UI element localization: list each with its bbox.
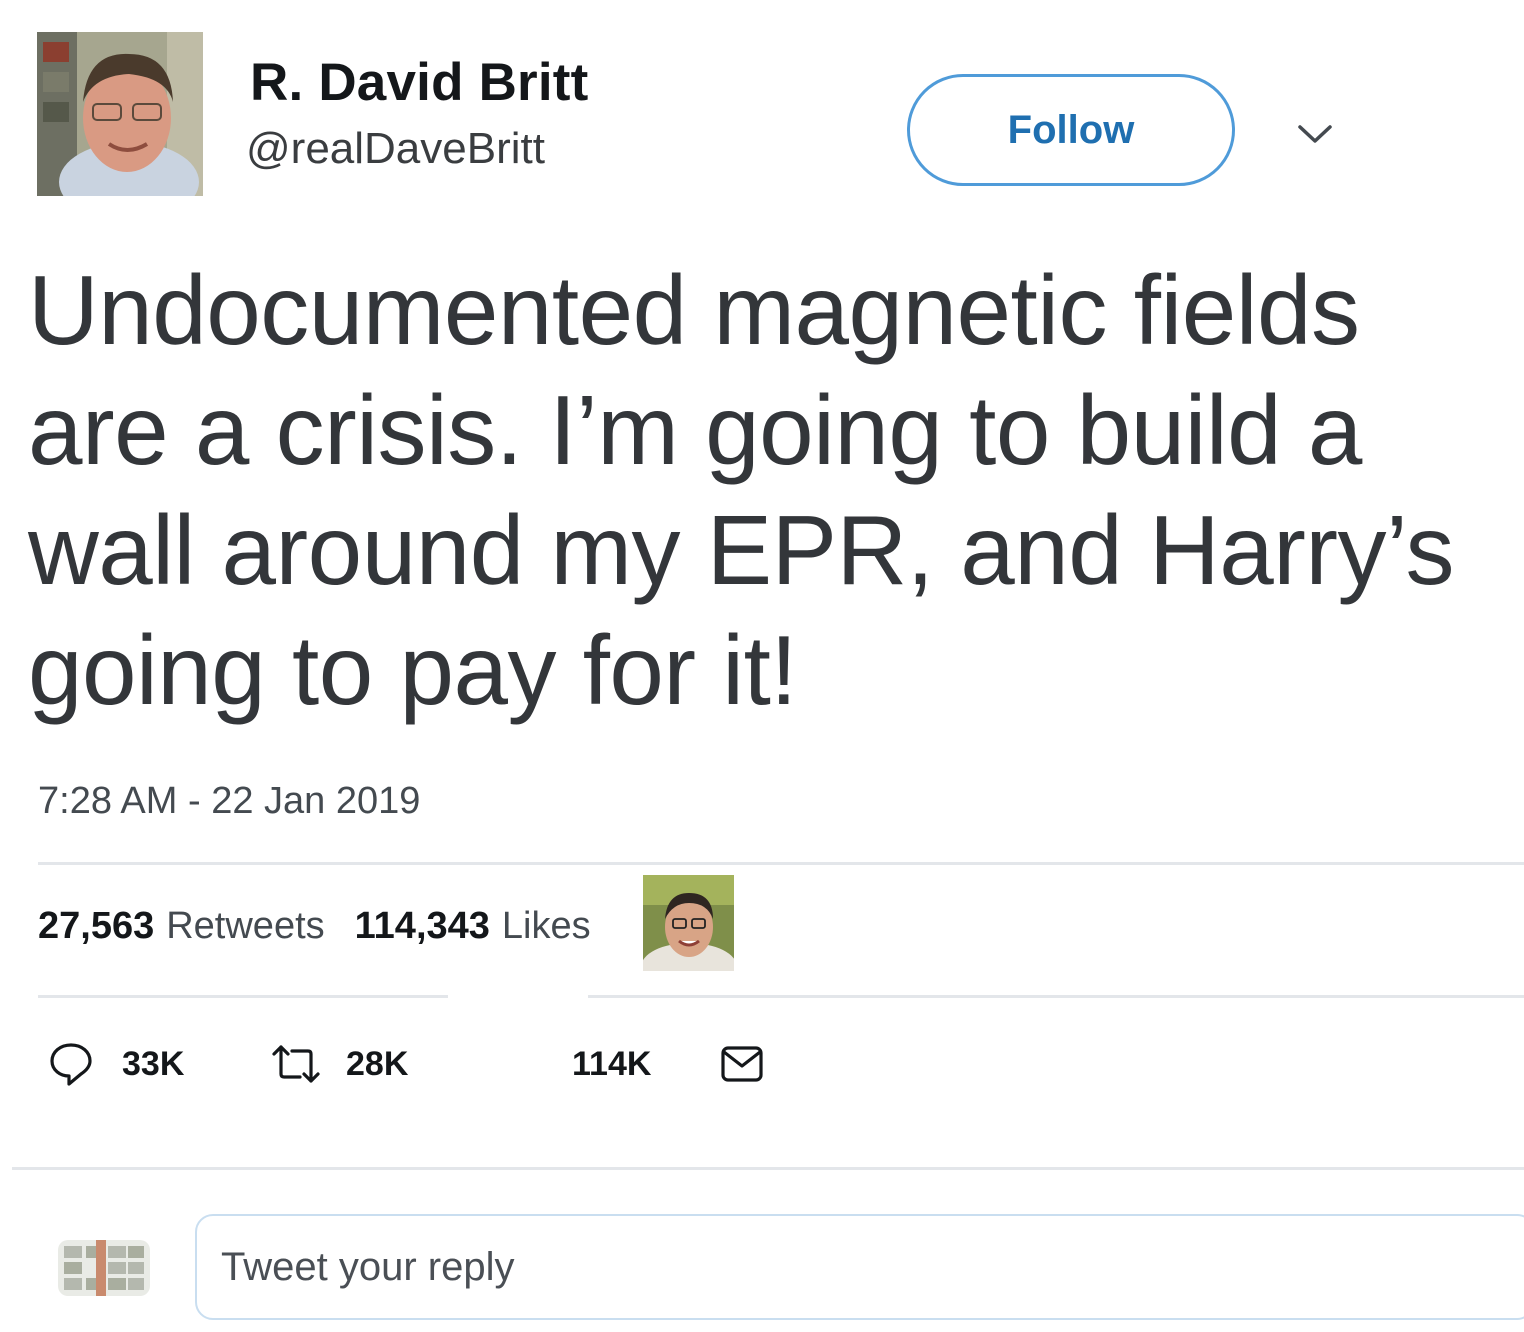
author-avatar[interactable] bbox=[37, 32, 203, 196]
tweet-page: R. David Britt @realDaveBritt Follow Und… bbox=[0, 0, 1524, 1332]
author-photo-icon bbox=[37, 32, 203, 196]
likes-label: Likes bbox=[501, 905, 591, 947]
author-handle[interactable]: @realDaveBritt bbox=[246, 124, 545, 174]
reply-count: 33K bbox=[122, 1044, 185, 1083]
retweets-count: 27,563 bbox=[38, 905, 155, 947]
chevron-down-icon bbox=[1298, 125, 1332, 143]
tweet-text: Undocumented magnetic fields are a crisi… bbox=[28, 255, 1455, 725]
reply-icon bbox=[48, 1041, 94, 1087]
like-count: 114K bbox=[572, 1044, 652, 1083]
tweet-stats: 27,563 Retweets 114,343 Likes bbox=[38, 905, 621, 948]
current-user-photo-icon bbox=[58, 1240, 150, 1296]
message-action[interactable] bbox=[720, 1036, 764, 1092]
reply-input[interactable] bbox=[195, 1214, 1524, 1320]
retweet-count: 28K bbox=[346, 1044, 409, 1083]
retweet-icon bbox=[270, 1044, 322, 1084]
liker-avatar[interactable] bbox=[643, 875, 734, 971]
tweet-timestamp[interactable]: 7:28 AM - 22 Jan 2019 bbox=[38, 780, 420, 823]
author-name[interactable]: R. David Britt bbox=[250, 52, 589, 113]
likes-stat[interactable]: 114,343 Likes bbox=[355, 905, 591, 948]
likes-count: 114,343 bbox=[354, 905, 490, 947]
divider-middle-left bbox=[38, 995, 448, 998]
envelope-icon bbox=[720, 1045, 764, 1083]
divider-middle-right bbox=[588, 995, 1524, 998]
divider-top bbox=[38, 862, 1524, 865]
retweets-stat[interactable]: 27,563 Retweets bbox=[38, 905, 325, 948]
divider-bottom bbox=[12, 1167, 1524, 1170]
like-action[interactable]: 114K bbox=[572, 1036, 651, 1092]
follow-button[interactable]: Follow bbox=[907, 74, 1235, 186]
current-user-avatar[interactable] bbox=[58, 1240, 150, 1296]
liker-photo-icon bbox=[643, 875, 734, 971]
retweets-label: Retweets bbox=[166, 905, 325, 947]
more-options-button[interactable] bbox=[1293, 112, 1337, 156]
retweet-action[interactable]: 28K bbox=[270, 1036, 408, 1092]
reply-action[interactable]: 33K bbox=[48, 1036, 184, 1092]
